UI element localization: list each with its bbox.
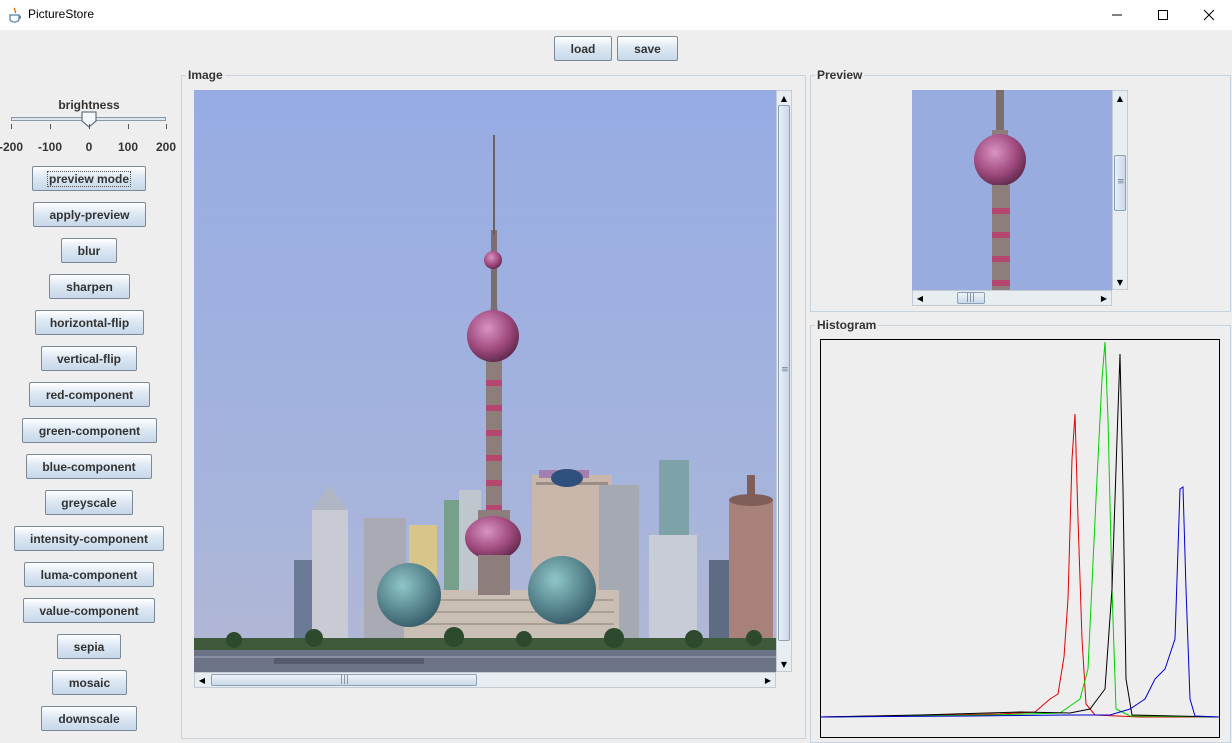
scroll-right-arrow-icon[interactable]: ▶ [1097, 291, 1111, 305]
slider-tick [11, 124, 12, 129]
slider-tick [166, 124, 167, 129]
red-component-button[interactable]: red-component [29, 382, 150, 407]
apply-preview-button[interactable]: apply-preview [33, 202, 146, 227]
mosaic-button[interactable]: mosaic [52, 670, 127, 695]
preview-panel-title: Preview [815, 68, 865, 82]
scroll-right-arrow-icon[interactable]: ▶ [761, 673, 775, 687]
image-horizontal-scrollbar[interactable]: ◀ ||| ▶ [194, 672, 776, 688]
scroll-down-arrow-icon[interactable]: ▼ [777, 657, 791, 671]
close-button[interactable] [1186, 0, 1232, 30]
slider-tick-label: 200 [155, 140, 177, 154]
window-title: PictureStore [28, 7, 95, 21]
blue-component-button[interactable]: blue-component [26, 454, 152, 479]
scroll-left-arrow-icon[interactable]: ◀ [195, 673, 209, 687]
preview-vertical-scrollbar[interactable]: ▲ ≡ ▼ [1112, 90, 1128, 290]
greyscale-button[interactable]: greyscale [45, 490, 133, 515]
intensity-component-button[interactable]: intensity-component [14, 526, 164, 551]
image-horizontal-scroll-thumb[interactable]: ||| [211, 674, 477, 686]
slider-tick-label: -100 [37, 140, 63, 154]
slider-tick-label: 0 [85, 140, 93, 154]
luma-component-button[interactable]: luma-component [24, 562, 154, 587]
maximize-button[interactable] [1140, 0, 1186, 30]
maximize-icon [1158, 10, 1168, 20]
scroll-left-arrow-icon[interactable]: ◀ [913, 291, 927, 305]
histogram-plot [820, 339, 1220, 738]
city-skyline-image [194, 90, 776, 672]
minimize-button[interactable] [1094, 0, 1140, 30]
image-vertical-scrollbar[interactable]: ▲ ≡ ▼ [776, 90, 792, 672]
blur-button[interactable]: blur [61, 238, 117, 263]
slider-tick-label: -200 [0, 140, 24, 154]
image-vertical-scroll-thumb[interactable]: ≡ [778, 105, 790, 641]
preview-vertical-scroll-thumb[interactable]: ≡ [1114, 155, 1126, 211]
green-component-button[interactable]: green-component [22, 418, 157, 443]
minimize-icon [1112, 14, 1122, 16]
histogram-panel-title: Histogram [815, 318, 879, 332]
java-app-icon [9, 7, 22, 23]
scroll-up-arrow-icon[interactable]: ▲ [777, 91, 791, 105]
load-button[interactable]: load [554, 36, 612, 61]
brightness-label: brightness [58, 98, 120, 112]
close-icon [1203, 9, 1215, 21]
downscale-button[interactable]: downscale [41, 706, 137, 731]
vertical-flip-button[interactable]: vertical-flip [41, 346, 137, 371]
slider-tick [128, 124, 129, 129]
preview-horizontal-scroll-thumb[interactable]: ||| [957, 292, 985, 304]
slider-tick [89, 124, 90, 129]
sharpen-button[interactable]: sharpen [49, 274, 130, 299]
value-component-button[interactable]: value-component [23, 598, 155, 623]
scroll-down-arrow-icon[interactable]: ▼ [1113, 275, 1127, 289]
slider-tick [50, 124, 51, 129]
preview-mode-button[interactable]: preview mode [32, 166, 146, 191]
horizontal-flip-button[interactable]: horizontal-flip [35, 310, 144, 335]
preview-image [912, 90, 1112, 290]
histogram-frame [820, 339, 1220, 738]
save-button[interactable]: save [617, 36, 678, 61]
image-panel-title: Image [186, 68, 225, 82]
slider-tick-label: 100 [117, 140, 139, 154]
sepia-button[interactable]: sepia [57, 634, 121, 659]
scroll-up-arrow-icon[interactable]: ▲ [1113, 91, 1127, 105]
title-bar: PictureStore [0, 0, 1232, 30]
preview-horizontal-scrollbar[interactable]: ◀ ||| ▶ [912, 290, 1112, 306]
